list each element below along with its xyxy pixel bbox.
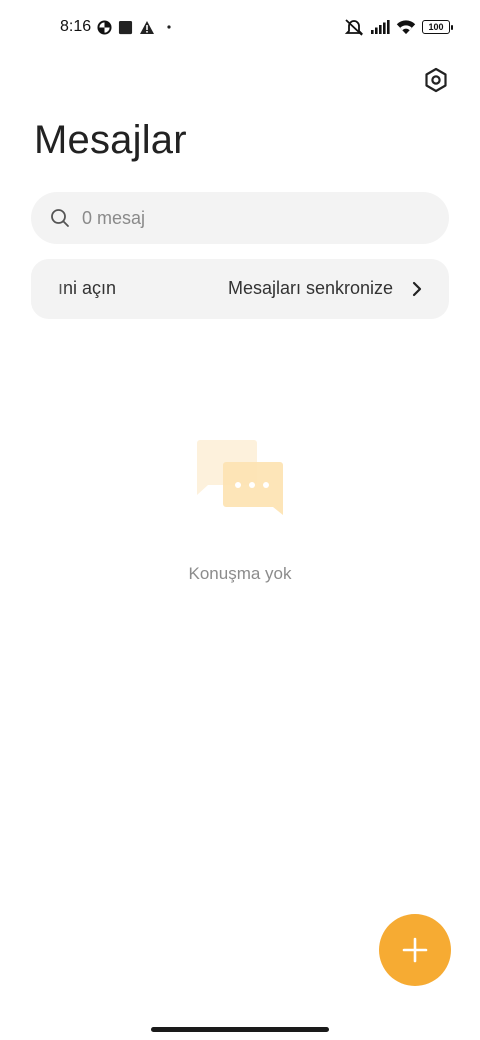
sync-banner-fade-left — [31, 259, 67, 319]
status-time: 8:16 — [60, 18, 92, 35]
battery-icon: 100 — [422, 20, 453, 34]
stop-square-icon — [118, 20, 133, 35]
search-icon — [50, 208, 70, 228]
messages-screen: 8:16 100 Mesajlar 0 mesaj ıni açın Mesaj… — [0, 0, 480, 1040]
page-title: Mesajlar — [34, 118, 187, 162]
sync-banner-right-text: Mesajları senkronize — [228, 278, 394, 298]
mute-vibrate-icon — [344, 18, 364, 36]
search-bar[interactable] — [31, 192, 449, 244]
new-message-button[interactable] — [379, 914, 451, 986]
status-right: 100 — [344, 16, 453, 38]
settings-button[interactable] — [422, 66, 450, 94]
plus-icon — [401, 936, 429, 964]
settings-hexagon-icon — [423, 67, 449, 93]
chevron-right-icon[interactable] — [408, 280, 426, 298]
empty-state-text: Konuşma yok — [188, 564, 292, 583]
sync-banner[interactable]: ıni açın Mesajları senkronize — [31, 259, 449, 319]
warning-icon — [139, 20, 155, 35]
status-left: 8:16 — [60, 16, 171, 38]
home-indicator[interactable] — [151, 1027, 329, 1032]
dot-icon — [167, 25, 171, 29]
chat-bubbles-icon — [194, 438, 286, 518]
status-bar: 8:16 100 — [0, 0, 480, 54]
signal-icon — [370, 19, 390, 35]
search-input[interactable] — [82, 207, 412, 229]
wifi-icon — [396, 19, 416, 35]
data-saver-icon — [97, 19, 112, 35]
